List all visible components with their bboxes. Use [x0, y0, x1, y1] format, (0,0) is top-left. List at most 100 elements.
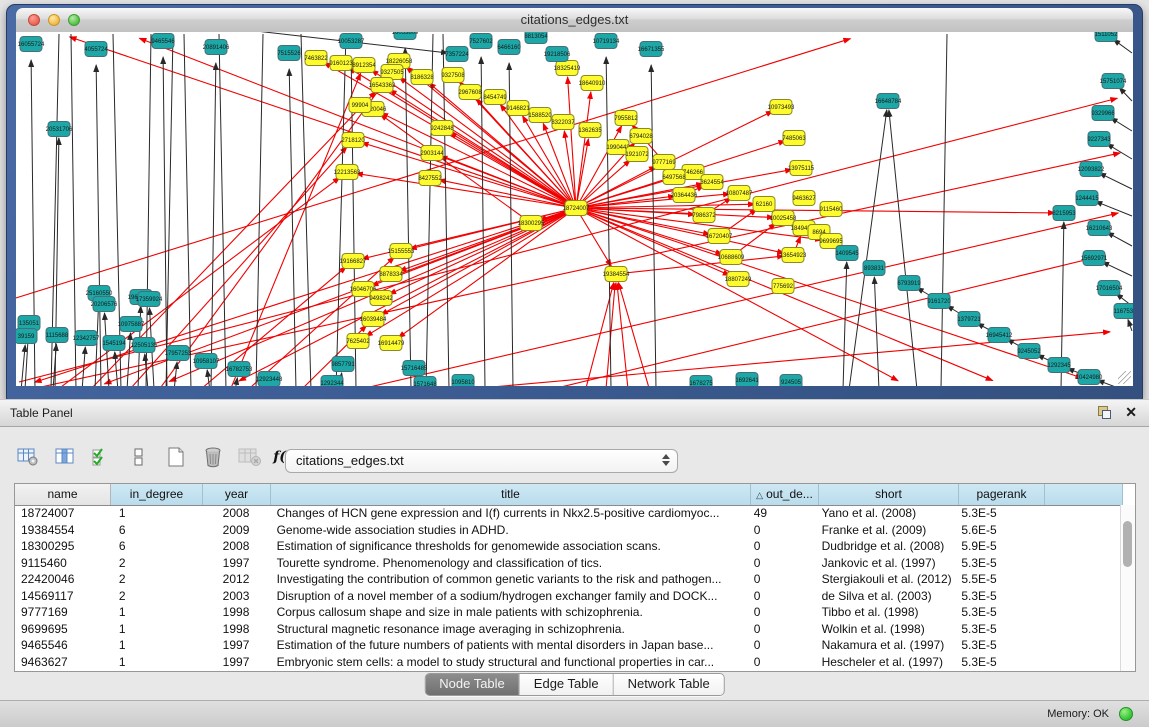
graph-node[interactable]: 12213563 [334, 165, 361, 180]
graph-node[interactable]: 1379721 [957, 312, 981, 327]
graph-node[interactable]: 16782753 [226, 362, 253, 377]
column-header-short[interactable]: short [819, 484, 959, 505]
graph-node[interactable]: 1167534 [1114, 304, 1133, 319]
graph-node[interactable]: 8186328 [410, 70, 434, 85]
row-height-icon[interactable] [127, 445, 151, 469]
tab-node-table[interactable]: Node Table [425, 674, 520, 695]
show-columns-icon[interactable] [53, 445, 77, 469]
table-settings-icon[interactable] [16, 445, 40, 469]
graph-node[interactable]: 1571648 [413, 377, 437, 387]
graph-node[interactable]: 16055724 [18, 37, 45, 52]
table-row[interactable]: 977716911998Corpus callosum shape and si… [15, 604, 1121, 621]
graph-node[interactable]: 7955812 [614, 111, 638, 126]
graph-node[interactable]: 8878334 [379, 267, 403, 282]
graph-node[interactable]: 1692641 [735, 373, 759, 387]
graph-node[interactable]: 17359924 [136, 292, 163, 307]
graph-node[interactable]: 2967608 [458, 85, 482, 100]
graph-node[interactable]: 9242848 [430, 121, 454, 136]
table-row[interactable]: 946362711997Embryonic stem cells: a mode… [15, 654, 1121, 671]
memory-ok-indicator[interactable] [1119, 707, 1133, 721]
graph-node[interactable]: 1095810 [451, 375, 475, 387]
delete-table-icon[interactable] [201, 445, 225, 469]
graph-node[interactable]: 6793919 [897, 276, 921, 291]
table-row[interactable]: 911546021997Tourette syndrome. Phenomeno… [15, 555, 1121, 572]
graph-node[interactable]: 8427552 [418, 171, 442, 186]
graph-node[interactable]: 8813054 [524, 32, 548, 44]
graph-node[interactable]: 8322037 [551, 115, 575, 130]
scrollbar-thumb[interactable] [1123, 521, 1132, 567]
graph-node[interactable]: 10424980 [1076, 370, 1103, 385]
graph-node[interactable]: 16039484 [360, 312, 387, 327]
graph-node[interactable]: 10958107 [193, 354, 220, 369]
graph-node[interactable]: 9857791 [331, 357, 355, 372]
graph-node[interactable]: 6794028 [629, 129, 653, 144]
column-header-filler[interactable] [1045, 484, 1123, 505]
graph-node[interactable]: 7625402 [346, 334, 370, 349]
graph-node[interactable]: 10973493 [768, 100, 795, 115]
network-canvas[interactable]: 1872400774638229160123891235418226058932… [16, 32, 1133, 386]
graph-node[interactable]: 7485063 [782, 131, 806, 146]
graph-node[interactable]: 13975115 [788, 161, 815, 176]
table-row[interactable]: 1456911722003Disruption of a novel membe… [15, 588, 1121, 605]
graph-node[interactable]: 7463822 [304, 51, 328, 66]
graph-node[interactable]: 99904 [349, 98, 371, 113]
tab-network-table[interactable]: Network Table [614, 674, 724, 695]
graph-node[interactable]: 9777169 [652, 155, 676, 170]
graph-node[interactable]: 10975887 [118, 317, 145, 332]
graph-node[interactable]: 2718120 [341, 133, 365, 148]
graph-node[interactable]: 9245052 [1017, 344, 1041, 359]
graph-node[interactable]: 12505135 [131, 338, 158, 353]
graph-node[interactable]: 9146821 [506, 101, 530, 116]
graph-node[interactable]: 15751074 [1100, 74, 1127, 89]
graph-node[interactable]: 62160 [753, 197, 775, 212]
table-row[interactable]: 969969511998Structural magnetic resonanc… [15, 621, 1121, 638]
graph-node[interactable]: 7986372 [692, 208, 716, 223]
graph-node[interactable]: 1678275 [689, 376, 713, 387]
graph-node[interactable]: 12342757 [73, 331, 100, 346]
graph-node[interactable]: 18640910 [579, 76, 606, 91]
graph-node[interactable]: 7357224 [445, 47, 469, 62]
column-header-pagerank[interactable]: pagerank [959, 484, 1045, 505]
graph-node[interactable]: 17957253 [165, 346, 192, 361]
graph-node[interactable]: 20531706 [46, 122, 73, 137]
float-panel-icon[interactable] [1098, 406, 1111, 419]
network-window-titlebar[interactable]: citations_edges.txt [16, 8, 1133, 33]
graph-node[interactable]: 1292345 [1047, 358, 1071, 373]
graph-node[interactable]: 12923448 [256, 372, 283, 387]
graph-node[interactable]: 18300295 [518, 216, 545, 231]
table-row[interactable]: 946554611997Estimation of the future num… [15, 637, 1121, 654]
graph-node[interactable]: 1292344 [320, 376, 344, 387]
graph-node[interactable]: 4055724 [84, 42, 108, 57]
graph-node[interactable]: 17016504 [1096, 281, 1123, 296]
graph-node[interactable]: 10688609 [718, 250, 745, 265]
graph-node[interactable]: 9465546 [151, 34, 175, 49]
graph-node[interactable]: 39159 [16, 329, 37, 344]
column-header-title[interactable]: title [271, 484, 751, 505]
table-row[interactable]: 1830029562008Estimation of significance … [15, 538, 1121, 555]
graph-node[interactable]: 20364436 [671, 188, 698, 203]
graph-node[interactable]: 8454749 [483, 90, 507, 105]
graph-node[interactable]: 20206576 [91, 297, 118, 312]
column-header-in_degree[interactable]: in_degree [111, 484, 203, 505]
graph-node[interactable]: 3624554 [700, 175, 724, 190]
new-table-icon[interactable] [164, 445, 188, 469]
graph-node[interactable]: 9115460 [820, 202, 844, 217]
graph-node[interactable]: 1921072 [625, 147, 649, 162]
graph-node[interactable]: 19218506 [544, 47, 571, 62]
graph-node[interactable]: 9327508 [441, 68, 465, 83]
graph-node[interactable]: 1244415 [1075, 191, 1099, 206]
column-header-out_degree[interactable]: △out_de... [751, 484, 819, 505]
graph-node[interactable]: 9160123 [329, 56, 353, 71]
select-columns-icon[interactable] [90, 445, 114, 469]
graph-node[interactable]: 9463627 [792, 191, 816, 206]
table-selector-dropdown[interactable]: citations_edges.txt [285, 449, 678, 473]
graph-node[interactable]: 16053809 [392, 32, 419, 40]
graph-node[interactable]: 1409545 [835, 246, 859, 261]
resize-grip[interactable] [1118, 371, 1131, 384]
graph-node[interactable]: 13654923 [780, 248, 807, 263]
graph-node[interactable]: 1545194 [102, 336, 126, 351]
graph-node[interactable]: 16543362 [369, 78, 396, 93]
table-row[interactable]: 2242004622012Investigating the contribut… [15, 571, 1121, 588]
graph-node[interactable]: 15692971 [1081, 251, 1108, 266]
graph-node[interactable]: 924505 [780, 375, 802, 387]
